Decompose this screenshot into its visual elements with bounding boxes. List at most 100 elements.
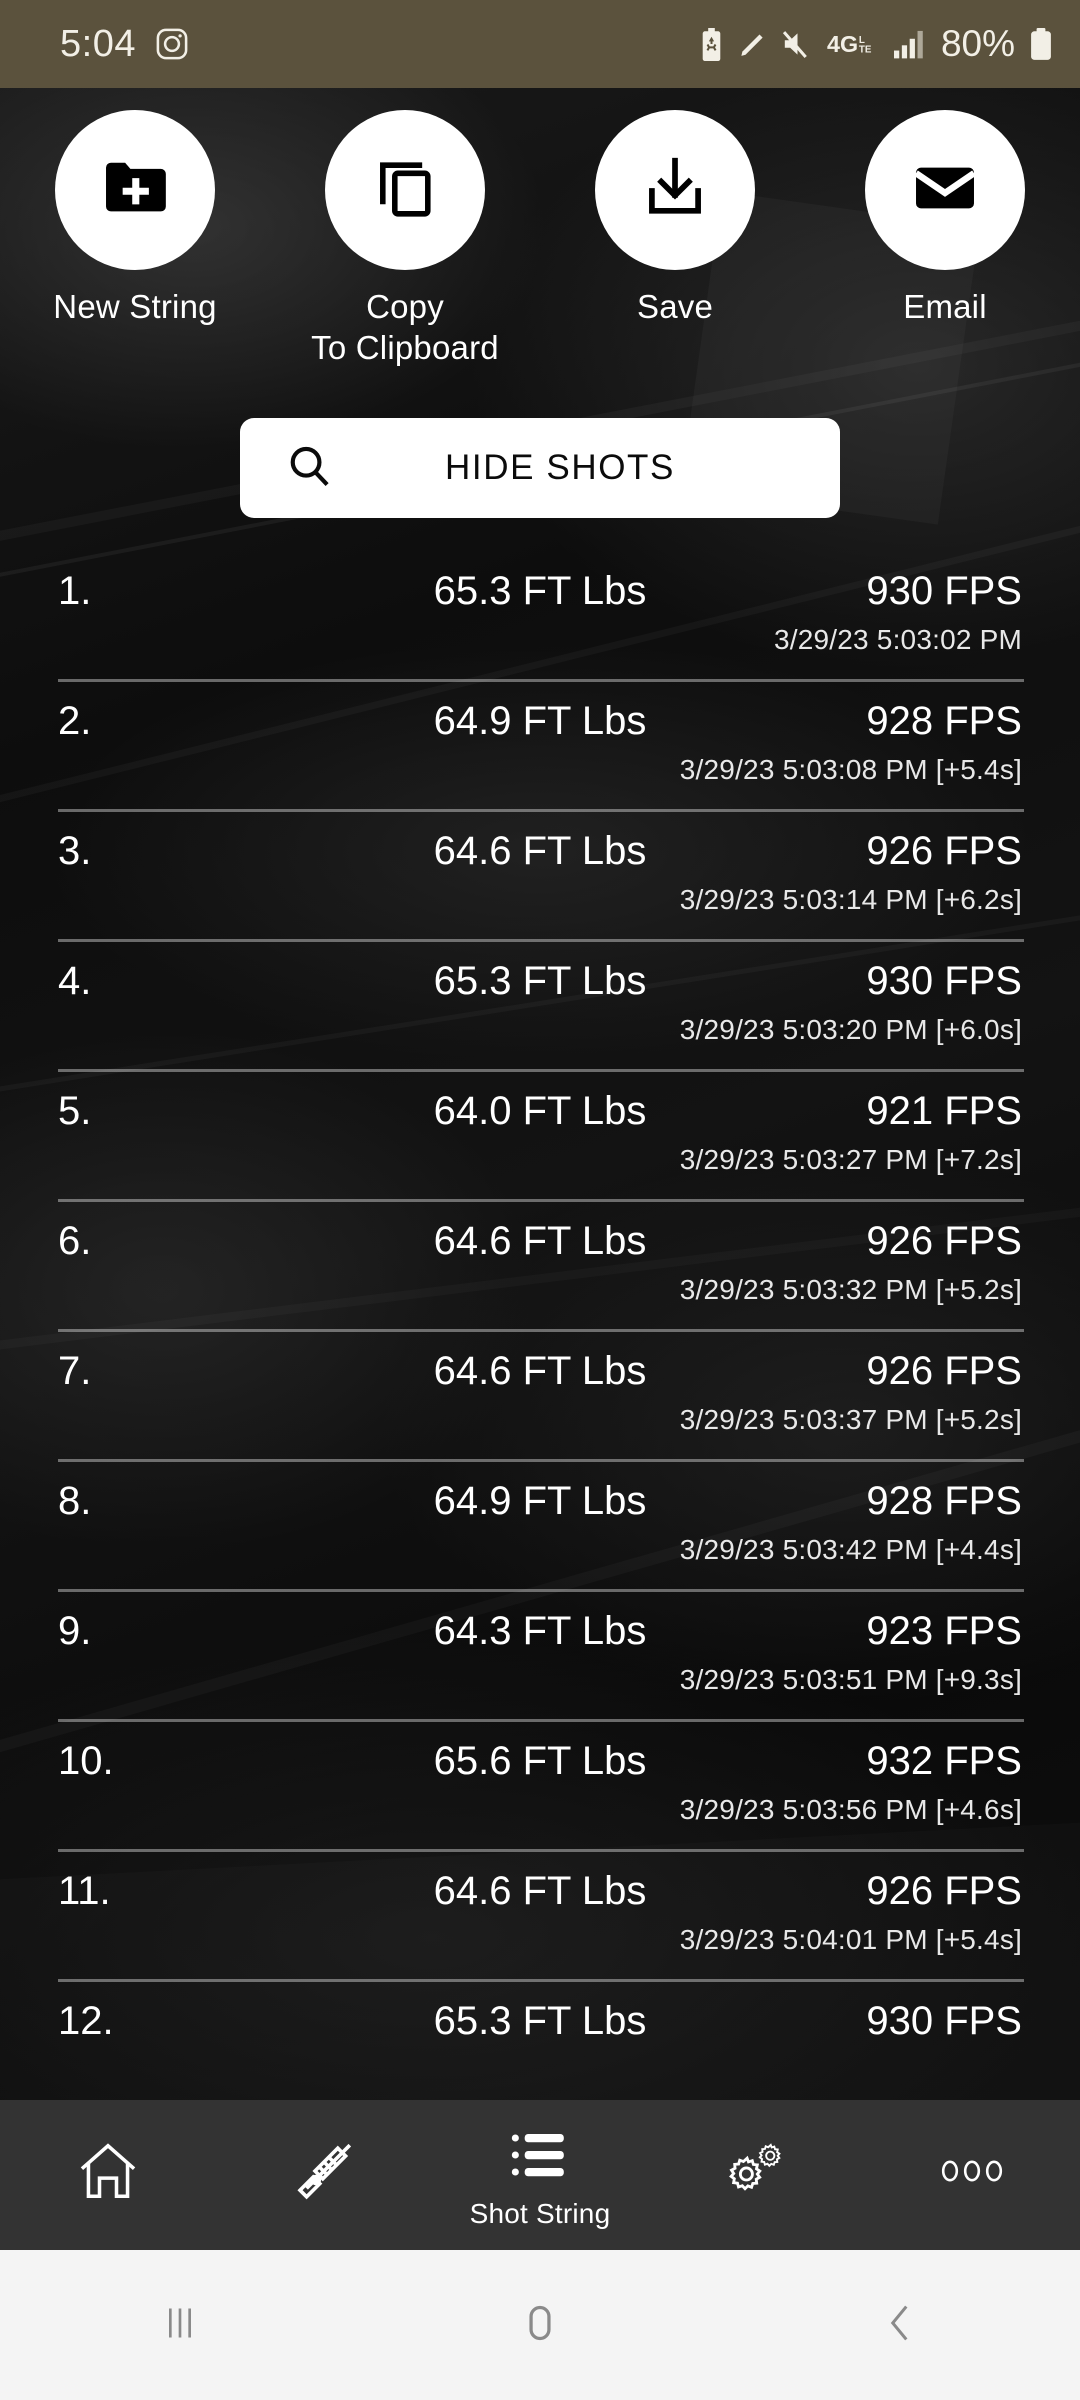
shot-speed: 930 FPS bbox=[866, 568, 1022, 613]
4g-lte-icon: 4G L TE bbox=[827, 28, 881, 60]
save-button-label: Save bbox=[636, 288, 714, 325]
nav-item-rifle[interactable] bbox=[216, 2135, 432, 2216]
shot-row-main: 4. 65.3 FT Lbs 930 FPS bbox=[0, 952, 1080, 1010]
shot-timestamp: 3/29/23 5:03:08 PM [+5.4s] bbox=[679, 754, 1022, 785]
shot-speed: 928 FPS bbox=[866, 1478, 1022, 1523]
shot-timestamp: 3/29/23 5:03:02 PM bbox=[774, 624, 1022, 655]
email-button-label: Email bbox=[903, 288, 987, 325]
shot-timestamp: 3/29/23 5:03:37 PM [+5.2s] bbox=[679, 1404, 1022, 1435]
shot-timestamp: 3/29/23 5:03:42 PM [+4.4s] bbox=[679, 1534, 1022, 1565]
recents-button[interactable] bbox=[0, 2294, 360, 2357]
shot-speed: 928 FPS bbox=[866, 698, 1022, 743]
back-button[interactable] bbox=[720, 2294, 1080, 2357]
table-row[interactable]: 9. 64.3 FT Lbs 923 FPS 3/29/23 5:03:51 P… bbox=[0, 1592, 1080, 1722]
battery-icon bbox=[1028, 27, 1054, 61]
nav-item-more[interactable] bbox=[864, 2151, 1080, 2200]
table-row[interactable]: 2. 64.9 FT Lbs 928 FPS 3/29/23 5:03:08 P… bbox=[0, 682, 1080, 812]
action-button-row: New String Copy To Clipboard Save Email bbox=[0, 88, 1080, 368]
shot-row-main: 10. 65.6 FT Lbs 932 FPS bbox=[0, 1732, 1080, 1790]
new-string-button-label: New String bbox=[53, 288, 217, 325]
save-button-circle[interactable] bbox=[595, 110, 755, 270]
shot-speed: 921 FPS bbox=[866, 1088, 1022, 1133]
table-row[interactable]: 12. 65.3 FT Lbs 930 FPS bbox=[0, 1982, 1080, 2112]
new-string-button[interactable]: New String bbox=[0, 110, 270, 368]
shot-speed: 932 FPS bbox=[866, 1738, 1022, 1783]
table-row[interactable]: 3. 64.6 FT Lbs 926 FPS 3/29/23 5:03:14 P… bbox=[0, 812, 1080, 942]
hide-shots-button[interactable]: HIDE SHOTS bbox=[240, 418, 840, 518]
save-button[interactable]: Save bbox=[540, 110, 810, 368]
nav-item-shot-string-label: Shot String bbox=[469, 2197, 611, 2229]
shot-row-main: 7. 64.6 FT Lbs 926 FPS bbox=[0, 1342, 1080, 1400]
svg-text:TE: TE bbox=[859, 45, 872, 56]
shot-row-main: 12. 65.3 FT Lbs 930 FPS bbox=[0, 1992, 1080, 2050]
shot-string-list[interactable]: 1. 65.3 FT Lbs 930 FPS 3/29/23 5:03:02 P… bbox=[0, 552, 1080, 2112]
email-button-circle[interactable] bbox=[865, 110, 1025, 270]
more-dots-icon bbox=[936, 2151, 1008, 2196]
pencil-icon bbox=[738, 28, 768, 60]
signal-bars-icon bbox=[893, 28, 928, 60]
shot-speed: 930 FPS bbox=[866, 958, 1022, 1003]
back-icon bbox=[871, 2294, 929, 2357]
shot-timestamp: 3/29/23 5:03:20 PM [+6.0s] bbox=[679, 1014, 1022, 1045]
battery-saver-icon bbox=[698, 27, 725, 61]
gears-icon bbox=[720, 2135, 792, 2212]
shot-timestamp: 3/29/23 5:04:01 PM [+5.4s] bbox=[679, 1924, 1022, 1955]
status-bar: 5:04 4G L TE 80% bbox=[0, 0, 1080, 88]
battery-percent-label: 80% bbox=[940, 23, 1015, 64]
list-icon bbox=[506, 2121, 574, 2194]
shot-row-main: 2. 64.9 FT Lbs 928 FPS bbox=[0, 692, 1080, 750]
hide-shots-label: HIDE SHOTS bbox=[445, 448, 675, 487]
shot-row-main: 6. 64.6 FT Lbs 926 FPS bbox=[0, 1212, 1080, 1270]
new-folder-icon bbox=[98, 151, 172, 230]
status-bar-left: 5:04 bbox=[60, 23, 190, 66]
shot-timestamp: 3/29/23 5:03:27 PM [+7.2s] bbox=[679, 1144, 1022, 1175]
recents-icon bbox=[151, 2294, 209, 2357]
table-row[interactable]: 4. 65.3 FT Lbs 930 FPS 3/29/23 5:03:20 P… bbox=[0, 942, 1080, 1072]
table-row[interactable]: 5. 64.0 FT Lbs 921 FPS 3/29/23 5:03:27 P… bbox=[0, 1072, 1080, 1202]
shot-timestamp: 3/29/23 5:03:32 PM [+5.2s] bbox=[679, 1274, 1022, 1305]
download-icon bbox=[639, 152, 711, 229]
shot-speed: 923 FPS bbox=[866, 1608, 1022, 1653]
instagram-icon bbox=[154, 26, 190, 62]
table-row[interactable]: 7. 64.6 FT Lbs 926 FPS 3/29/23 5:03:37 P… bbox=[0, 1332, 1080, 1462]
shot-timestamp: 3/29/23 5:03:51 PM [+9.3s] bbox=[679, 1664, 1022, 1695]
shot-row-main: 3. 64.6 FT Lbs 926 FPS bbox=[0, 822, 1080, 880]
status-bar-right: 4G L TE 80% bbox=[698, 23, 1054, 65]
copy-to-clipboard-button-circle[interactable] bbox=[325, 110, 485, 270]
envelope-icon bbox=[908, 151, 982, 230]
copy-to-clipboard-button[interactable]: Copy To Clipboard bbox=[270, 110, 540, 368]
copy-icon bbox=[369, 152, 441, 229]
table-row[interactable]: 1. 65.3 FT Lbs 930 FPS 3/29/23 5:03:02 P… bbox=[0, 552, 1080, 682]
system-navigation-bar bbox=[0, 2250, 1080, 2400]
shot-row-main: 11. 64.6 FT Lbs 926 FPS bbox=[0, 1862, 1080, 1920]
email-button[interactable]: Email bbox=[810, 110, 1080, 368]
app-background: New String Copy To Clipboard Save Email … bbox=[0, 88, 1080, 2400]
table-row[interactable]: 11. 64.6 FT Lbs 926 FPS 3/29/23 5:04:01 … bbox=[0, 1852, 1080, 1982]
shot-speed: 926 FPS bbox=[866, 1218, 1022, 1263]
home-icon bbox=[74, 2137, 142, 2210]
mute-icon bbox=[781, 28, 814, 60]
home-button[interactable] bbox=[360, 2294, 720, 2357]
shot-speed: 926 FPS bbox=[866, 828, 1022, 873]
shot-row-main: 5. 64.0 FT Lbs 921 FPS bbox=[0, 1082, 1080, 1140]
table-row[interactable]: 6. 64.6 FT Lbs 926 FPS 3/29/23 5:03:32 P… bbox=[0, 1202, 1080, 1332]
shot-speed: 926 FPS bbox=[866, 1868, 1022, 1913]
shot-row-main: 8. 64.9 FT Lbs 928 FPS bbox=[0, 1472, 1080, 1530]
copy-to-clipboard-button-label: Copy To Clipboard bbox=[311, 288, 499, 366]
shot-speed: 926 FPS bbox=[866, 1348, 1022, 1393]
shot-speed: 930 FPS bbox=[866, 1998, 1022, 2043]
phone-screen: 5:04 4G L TE 80% New String Copy To Clip… bbox=[0, 0, 1080, 2400]
shot-timestamp: 3/29/23 5:03:14 PM [+6.2s] bbox=[679, 884, 1022, 915]
table-row[interactable]: 10. 65.6 FT Lbs 932 FPS 3/29/23 5:03:56 … bbox=[0, 1722, 1080, 1852]
shot-row-main: 9. 64.3 FT Lbs 923 FPS bbox=[0, 1602, 1080, 1660]
new-string-button-circle[interactable] bbox=[55, 110, 215, 270]
nav-item-shot-string[interactable]: Shot String bbox=[432, 2121, 648, 2230]
bottom-navigation-bar: Shot String bbox=[0, 2100, 1080, 2250]
nav-item-settings[interactable] bbox=[648, 2135, 864, 2216]
rifle-icon bbox=[288, 2135, 360, 2212]
shot-timestamp: 3/29/23 5:03:56 PM [+4.6s] bbox=[679, 1794, 1022, 1825]
table-row[interactable]: 8. 64.9 FT Lbs 928 FPS 3/29/23 5:03:42 P… bbox=[0, 1462, 1080, 1592]
shot-row-main: 1. 65.3 FT Lbs 930 FPS bbox=[0, 562, 1080, 620]
svg-text:4G: 4G bbox=[827, 31, 858, 57]
nav-item-home[interactable] bbox=[0, 2137, 216, 2214]
